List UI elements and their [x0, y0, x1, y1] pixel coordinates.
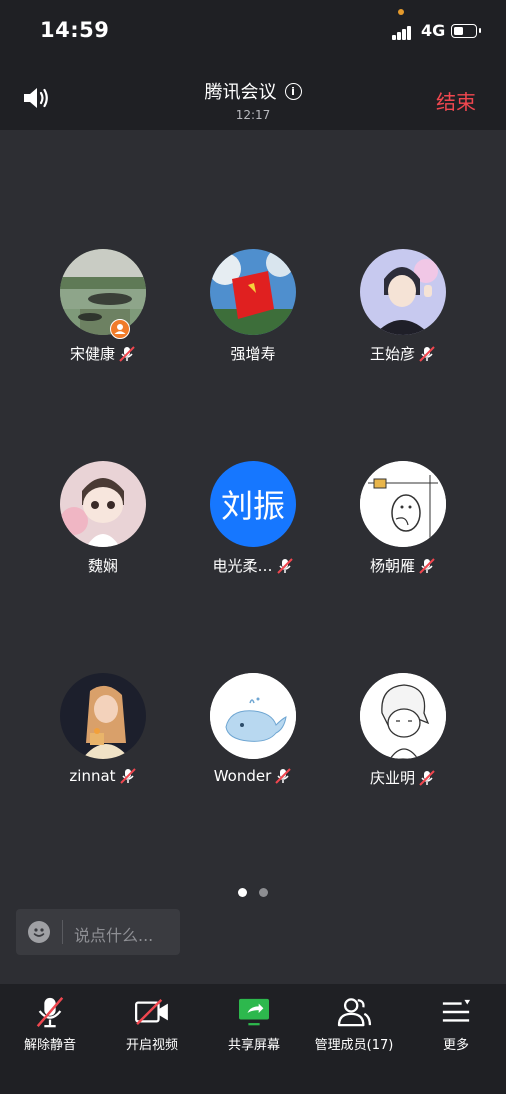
member-name: 王始彦 — [369, 345, 415, 363]
emoji-icon[interactable] — [28, 921, 50, 943]
avatar — [210, 249, 296, 335]
chat-placeholder: 说点什么... — [74, 926, 154, 945]
member-tile[interactable]: 强增寿 — [168, 249, 338, 364]
page-indicator[interactable] — [0, 882, 506, 901]
meeting-title: 腾讯会议 — [204, 82, 277, 103]
more-label: 更多 — [442, 1038, 469, 1053]
muted-mic-icon — [119, 768, 136, 784]
unmute-button[interactable]: 解除静音 — [0, 994, 100, 1053]
muted-mic-icon — [276, 557, 293, 574]
start-video-button[interactable]: 开启视频 — [102, 994, 202, 1053]
member-name: 魏娴 — [87, 557, 118, 575]
avatar — [60, 673, 146, 759]
muted-mic-icon — [419, 345, 435, 362]
muted-mic-icon — [119, 345, 135, 362]
more-menu-icon — [442, 999, 471, 1022]
meeting-header: 腾讯会议 i 12:17 结束 — [0, 64, 506, 130]
share-screen-button[interactable]: 共享屏幕 — [204, 994, 304, 1053]
members-icon — [337, 998, 372, 1027]
manage-members-button[interactable]: 管理成员(17) — [304, 994, 404, 1053]
bottom-toolbar: 解除静音 开启视频 共享屏幕 管理成员(17) 更多 — [0, 984, 506, 1094]
muted-mic-icon — [275, 768, 291, 784]
member-name: zinnat — [69, 767, 116, 785]
member-tile[interactable]: 杨朝雁 — [318, 461, 488, 576]
member-name: 庆业明 — [369, 769, 415, 787]
member-name: 电光柔… — [212, 557, 273, 575]
start-video-label: 开启视频 — [125, 1038, 178, 1053]
share-screen-icon — [239, 998, 269, 1026]
status-time: 14:59 — [40, 18, 110, 42]
info-icon[interactable]: i — [284, 82, 302, 100]
member-name: 杨朝雁 — [369, 557, 415, 575]
meeting-duration: 12:17 — [235, 108, 271, 122]
cellular-signal-icon — [392, 26, 414, 40]
muted-mic-icon — [419, 557, 435, 574]
avatar-initials: 刘振 — [220, 487, 285, 525]
status-bar: 14:59 4G — [0, 0, 506, 64]
battery-icon — [451, 24, 481, 38]
member-tile[interactable]: 宋健康 — [18, 249, 188, 364]
more-button[interactable]: 更多 — [406, 994, 506, 1053]
avatar: 刘振 — [210, 461, 296, 547]
host-badge-icon — [110, 319, 130, 339]
member-tile[interactable]: 魏娴 — [18, 461, 188, 576]
muted-mic-icon — [419, 769, 435, 786]
chat-divider — [62, 920, 63, 944]
chat-input[interactable]: 说点什么... — [16, 909, 180, 955]
manage-members-label: 管理成员(17) — [314, 1038, 394, 1053]
member-tile[interactable]: 庆业明 — [318, 673, 488, 788]
avatar — [210, 673, 296, 759]
share-screen-label: 共享屏幕 — [227, 1038, 280, 1053]
avatar — [60, 461, 146, 547]
member-tile[interactable]: zinnat — [18, 673, 188, 785]
member-tile[interactable]: Wonder — [168, 673, 338, 785]
end-meeting-button[interactable]: 结束 — [436, 86, 476, 115]
member-name: 宋健康 — [69, 345, 115, 363]
video-off-icon — [135, 999, 168, 1025]
member-grid: 宋健康 强增寿 王始彦 魏娴 刘振 电光柔… 杨朝雁 zinnat Wonder… — [0, 130, 506, 880]
member-tile[interactable]: 王始彦 — [318, 249, 488, 364]
network-type: 4G — [421, 21, 446, 40]
unmute-label: 解除静音 — [23, 1038, 76, 1053]
avatar — [360, 249, 446, 335]
member-name: 强增寿 — [230, 345, 276, 363]
avatar — [360, 673, 446, 759]
avatar — [60, 249, 146, 335]
page-dot-active — [238, 888, 247, 897]
member-name: Wonder — [213, 767, 272, 785]
muted-mic-icon — [36, 997, 64, 1028]
privacy-indicator-dot — [398, 9, 404, 15]
member-tile[interactable]: 刘振 电光柔… — [168, 461, 338, 576]
page-dot — [259, 888, 268, 897]
avatar — [360, 461, 446, 547]
